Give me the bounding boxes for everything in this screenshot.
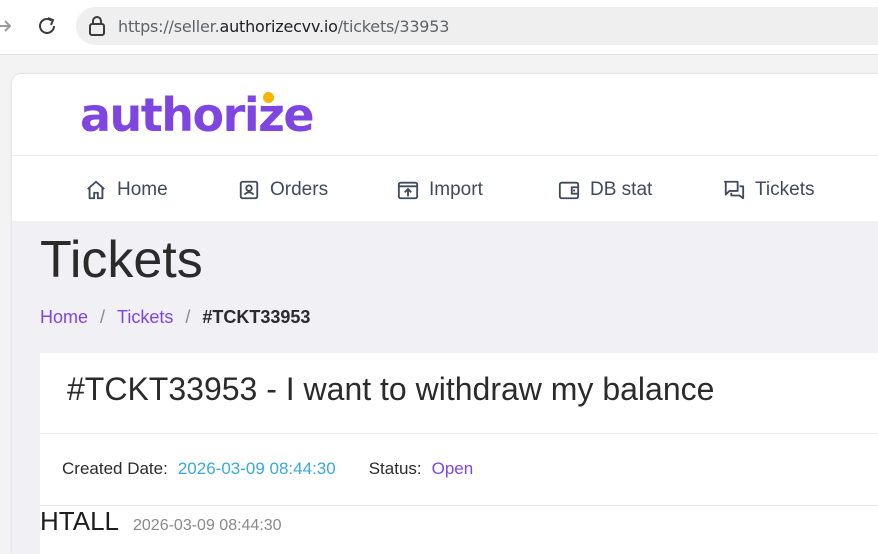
page-title: Tickets [40,231,203,289]
message-header: HTALL 2026-03-09 08:44:30 [40,506,282,537]
site-header: authorize [12,74,878,156]
menu-item-label: Orders [270,179,329,200]
breadcrumb-separator: / [100,307,106,327]
url-domain: authorizecvv.io [219,17,338,36]
menu-item-db-stat[interactable]: DB stat [558,176,652,204]
message-author: HTALL [40,506,119,536]
divider [40,433,878,434]
logo-accent-dot [263,92,274,103]
url-path: /tickets/33953 [337,17,450,36]
lock-icon [88,16,106,36]
menu-item-import[interactable]: Import [397,176,483,204]
created-date-label: Created Date: [62,459,168,478]
forward-arrow-icon[interactable] [0,14,14,38]
breadcrumb-current: #TCKT33953 [202,307,311,327]
menu-item-label: DB stat [590,179,653,200]
home-icon [87,180,105,200]
menu-item-home[interactable]: Home [85,176,168,204]
browser-toolbar: https://seller.authorizecvv.io/tickets/3… [0,0,878,55]
created-date-value: 2026-03-09 08:44:30 [177,459,336,478]
menu-item-label: Home [117,179,168,200]
ticket-meta: Created Date: 2026-03-09 08:44:30 Status… [62,459,473,479]
reload-icon[interactable] [34,13,60,39]
ticket-heading: #TCKT33953 - I want to withdraw my balan… [67,371,715,407]
main-menu: Home Orders Import DB stat Tickets [12,156,878,221]
breadcrumb: Home / Tickets / #TCKT33953 [40,307,310,328]
status-badge: Open [431,459,474,478]
wallet-icon [558,181,580,200]
chat-icon [723,180,745,200]
menu-item-orders[interactable]: Orders [238,176,328,204]
orders-icon [239,180,259,200]
url-text: https://seller.authorizecvv.io/tickets/3… [118,17,449,36]
message-date: 2026-03-09 08:44:30 [133,517,282,534]
logo[interactable]: authorize [80,88,315,142]
address-bar[interactable]: https://seller.authorizecvv.io/tickets/3… [76,7,878,45]
app-window: authorize Home Orders Import DB stat Tic… [12,74,878,554]
menu-item-tickets[interactable]: Tickets [723,176,814,204]
import-icon [397,181,419,200]
breadcrumb-tickets[interactable]: Tickets [117,307,173,328]
menu-item-label: Import [429,179,483,200]
url-prefix: https://seller. [118,17,220,36]
status-label: Status: [368,459,422,478]
breadcrumb-home[interactable]: Home [40,307,88,328]
menu-item-label: Tickets [755,179,815,200]
breadcrumb-separator: / [185,307,191,327]
